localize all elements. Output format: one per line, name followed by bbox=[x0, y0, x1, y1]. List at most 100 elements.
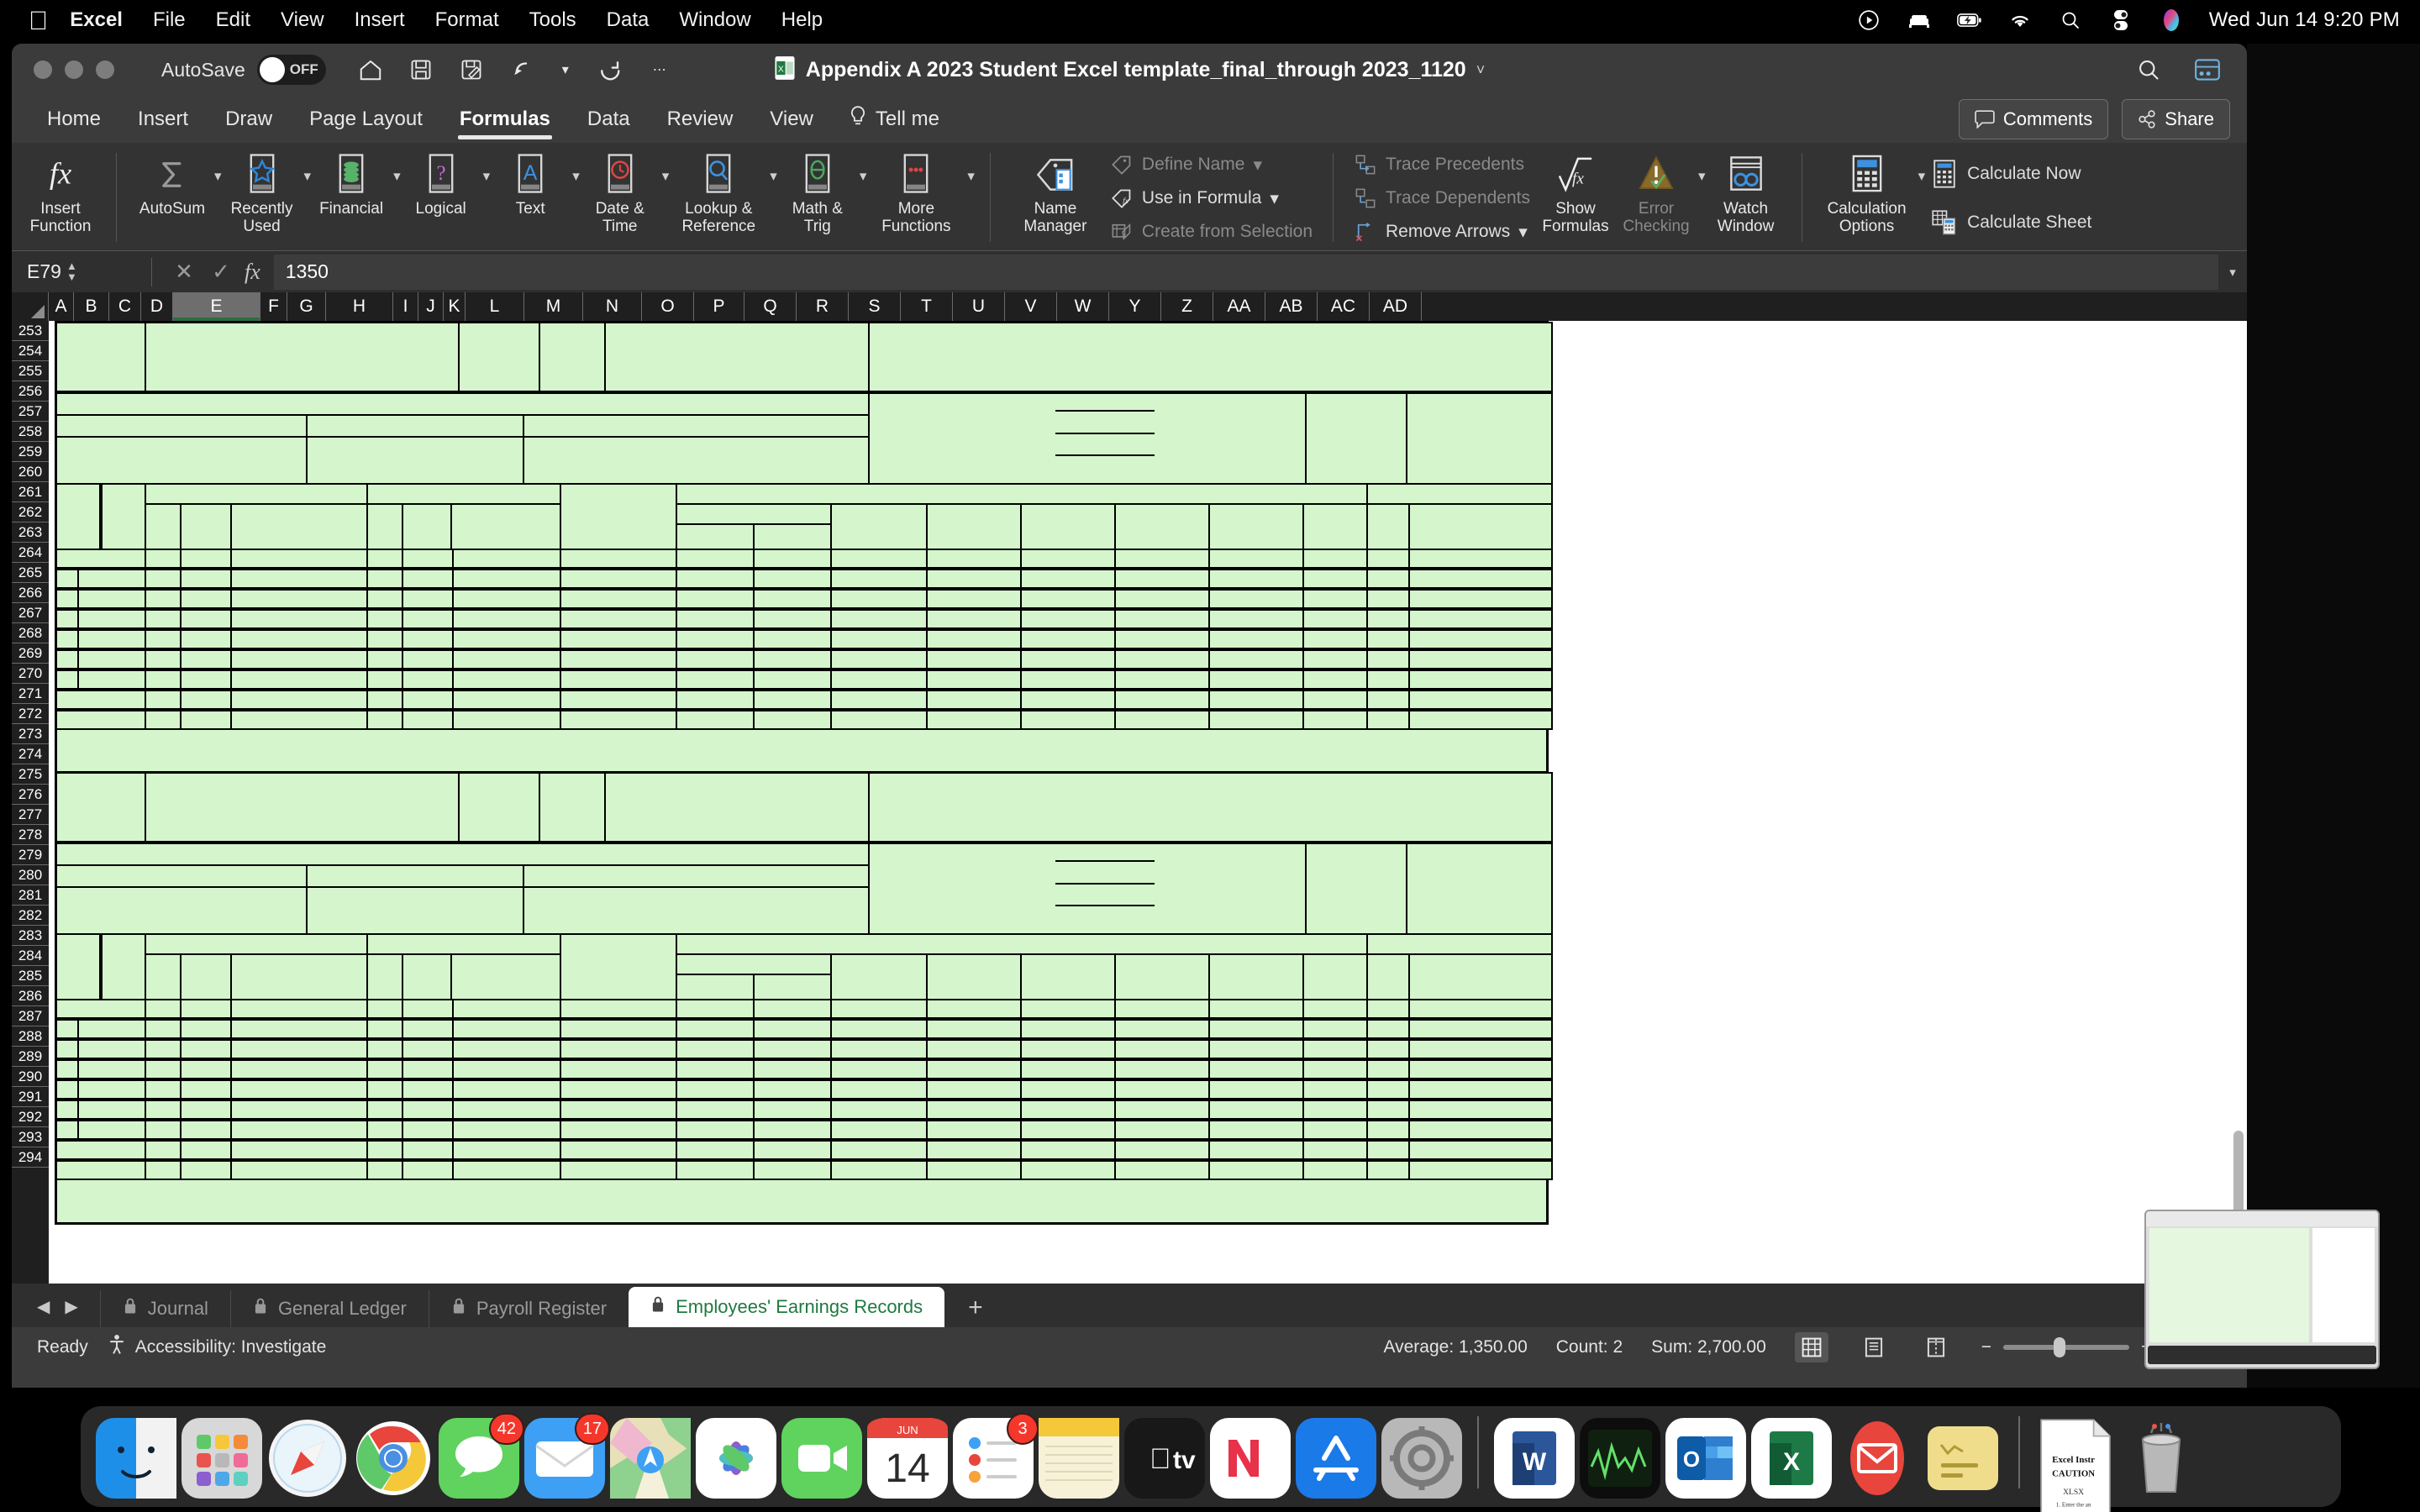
table-row-cell[interactable] bbox=[145, 649, 368, 669]
table-row-cell[interactable] bbox=[1302, 1039, 1368, 1059]
sheet-tab-journal[interactable]: Journal bbox=[99, 1290, 230, 1327]
union-dues-header-2[interactable] bbox=[306, 864, 524, 888]
row-header-289[interactable]: 289 bbox=[12, 1047, 49, 1067]
screen-preview-thumbnail[interactable] bbox=[2144, 1210, 2380, 1369]
more-functions-button[interactable]: More Functions ▾ bbox=[866, 146, 975, 235]
table-row-cell[interactable] bbox=[145, 589, 368, 609]
column-header-b[interactable]: B bbox=[74, 292, 109, 321]
table-row-cell[interactable] bbox=[676, 629, 755, 649]
trace-precedents-button[interactable]: Trace Precedents bbox=[1354, 148, 1530, 181]
title-chevron-down-icon[interactable]: ˅ bbox=[1476, 61, 1486, 79]
table-row-cell[interactable] bbox=[830, 629, 928, 649]
table-row-cell[interactable] bbox=[1366, 1079, 1410, 1100]
expand-formula-bar-icon[interactable]: ▾ bbox=[2218, 265, 2247, 280]
sheet-tab-payroll-register[interactable]: Payroll Register bbox=[428, 1290, 629, 1327]
menu-item-window[interactable]: Window bbox=[679, 8, 750, 32]
column-header-c[interactable]: C bbox=[109, 292, 141, 321]
column-header-y[interactable]: Y bbox=[1109, 292, 1161, 321]
select-all-button[interactable] bbox=[12, 292, 49, 321]
table-row-cell[interactable] bbox=[1366, 549, 1410, 569]
zoom-knob[interactable] bbox=[2054, 1337, 2066, 1357]
ck-no-col-1[interactable] bbox=[1366, 503, 1410, 550]
table-row-cell[interactable] bbox=[1208, 710, 1304, 730]
save-as-icon[interactable] bbox=[457, 55, 486, 84]
table-row-cell[interactable] bbox=[753, 690, 832, 710]
ot-hrs-col-1[interactable] bbox=[366, 503, 403, 550]
column-header-w[interactable]: W bbox=[1057, 292, 1109, 321]
suta-col-2[interactable] bbox=[1020, 953, 1116, 1000]
table-row-cell[interactable] bbox=[560, 569, 677, 589]
payday-col-2[interactable] bbox=[101, 933, 146, 1000]
works-in-state-cell-2[interactable] bbox=[458, 772, 540, 843]
other-deductions-title-cell-1[interactable] bbox=[55, 392, 870, 416]
screen-time-icon[interactable] bbox=[1907, 8, 1932, 33]
table-row-cell[interactable] bbox=[1114, 1079, 1210, 1100]
cit-col-1[interactable] bbox=[1114, 503, 1210, 550]
table-row-cell[interactable] bbox=[676, 1039, 755, 1059]
table-row-cell[interactable] bbox=[366, 690, 561, 710]
table-row-cell[interactable] bbox=[1020, 569, 1116, 589]
column-header-h[interactable]: H bbox=[326, 292, 393, 321]
regular-earnings-header-1[interactable] bbox=[145, 483, 368, 505]
table-row-cell[interactable] bbox=[676, 1019, 755, 1039]
dock-icon-messages[interactable]: 42 bbox=[439, 1413, 524, 1499]
vertical-scrollbar[interactable] bbox=[2232, 349, 2245, 1307]
wifi-icon[interactable] bbox=[2007, 8, 2033, 33]
autosave-control[interactable]: AutoSave OFF bbox=[161, 55, 326, 85]
table-row-cell[interactable] bbox=[926, 1019, 1022, 1039]
group-insurance-value-2[interactable] bbox=[55, 886, 308, 935]
ot-amount-col-2[interactable] bbox=[450, 953, 561, 1000]
table-row-cell[interactable] bbox=[366, 549, 561, 569]
table-row-cell[interactable] bbox=[830, 1079, 928, 1100]
table-row-cell[interactable] bbox=[753, 609, 832, 629]
table-row-cell[interactable] bbox=[1302, 1100, 1368, 1120]
formula-input[interactable]: 1350 bbox=[273, 254, 2218, 290]
ribbon-display-icon[interactable] bbox=[2193, 55, 2222, 84]
siri-icon[interactable] bbox=[2159, 8, 2184, 33]
table-row-cell[interactable] bbox=[676, 1100, 755, 1120]
table-row-cell[interactable] bbox=[1366, 690, 1410, 710]
table-row-cell[interactable] bbox=[676, 649, 755, 669]
name-manager-button[interactable]: Name Manager bbox=[1006, 146, 1105, 235]
table-row-cell[interactable] bbox=[753, 669, 832, 690]
table-row-cell[interactable] bbox=[1020, 1160, 1116, 1180]
dock-icon-news[interactable] bbox=[1210, 1418, 1291, 1499]
dock-icon-word[interactable]: W bbox=[1494, 1418, 1575, 1499]
fica-header-1[interactable] bbox=[676, 503, 832, 525]
table-row-cell[interactable] bbox=[366, 1019, 561, 1039]
filing-status-cell-1[interactable] bbox=[1406, 392, 1553, 485]
tab-data[interactable]: Data bbox=[569, 96, 649, 143]
row-header-260[interactable]: 260 bbox=[12, 462, 49, 482]
table-row-cell[interactable] bbox=[1302, 549, 1368, 569]
table-row-cell[interactable] bbox=[830, 589, 928, 609]
table-row-cell[interactable] bbox=[560, 1120, 677, 1140]
table-row-cell[interactable] bbox=[676, 589, 755, 609]
menu-item-help[interactable]: Help bbox=[781, 8, 823, 32]
calculate-sheet-button[interactable]: Calculate Sheet bbox=[1930, 198, 2091, 247]
table-row-cell[interactable] bbox=[366, 1160, 561, 1180]
row-header-267[interactable]: 267 bbox=[12, 603, 49, 623]
column-header-s[interactable]: S bbox=[849, 292, 901, 321]
table-row-cell[interactable] bbox=[676, 1059, 755, 1079]
table-row-cell[interactable] bbox=[830, 1059, 928, 1079]
menu-item-format[interactable]: Format bbox=[435, 8, 499, 32]
tab-home[interactable]: Home bbox=[29, 96, 119, 143]
table-row-cell[interactable] bbox=[145, 609, 368, 629]
accessibility-status[interactable]: Accessibility: Investigate bbox=[107, 1334, 326, 1361]
table-row-cell[interactable] bbox=[926, 669, 1022, 690]
table-row-cell[interactable] bbox=[1408, 1120, 1553, 1140]
row-header-268[interactable]: 268 bbox=[12, 623, 49, 643]
table-row-cell[interactable] bbox=[366, 669, 561, 690]
chevron-down-icon[interactable]: ▾ bbox=[1918, 168, 1926, 185]
row-header-291[interactable]: 291 bbox=[12, 1087, 49, 1107]
table-row-cell[interactable] bbox=[1366, 1140, 1410, 1160]
dock-icon-chrome[interactable] bbox=[353, 1418, 434, 1499]
other-deductions-title-cell-2[interactable] bbox=[55, 843, 870, 866]
add-sheet-button[interactable]: + bbox=[944, 1294, 1007, 1327]
error-checking-button[interactable]: Error Checking ▾ bbox=[1616, 146, 1706, 235]
table-row-cell[interactable] bbox=[676, 1079, 755, 1100]
search-icon[interactable] bbox=[2058, 8, 2083, 33]
dock-icon-system-settings[interactable] bbox=[1381, 1418, 1462, 1499]
dock-icon-maps[interactable] bbox=[610, 1418, 691, 1499]
maximize-window-button[interactable] bbox=[96, 60, 114, 79]
